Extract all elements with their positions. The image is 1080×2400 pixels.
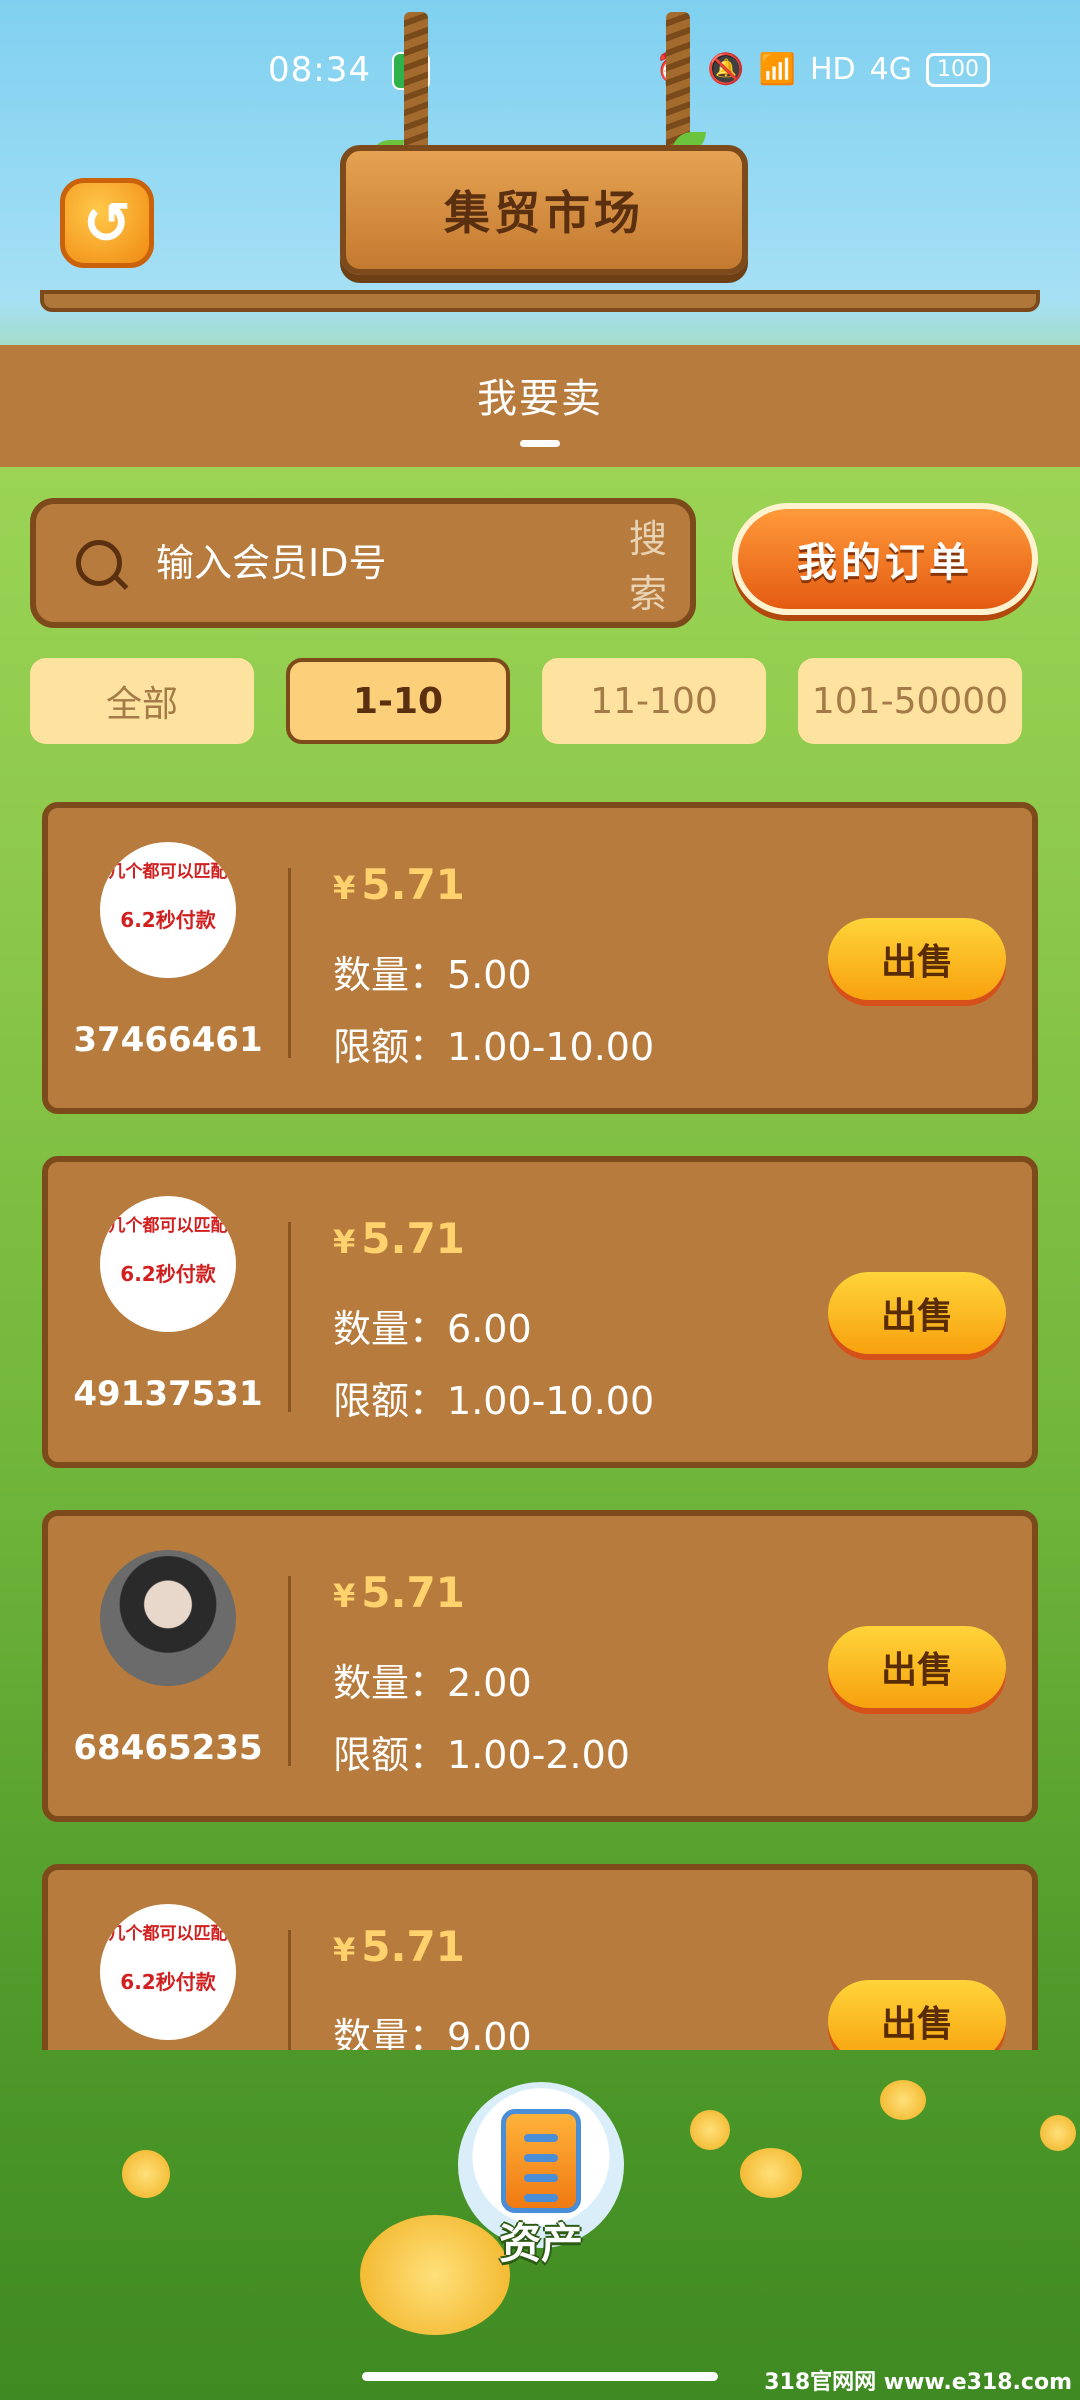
- sell-button[interactable]: 出售: [828, 1980, 1006, 2050]
- range-filters: 全部 1-10 11-100 101-50000: [30, 658, 1050, 744]
- avatar-text: 几个都可以匹配: [108, 1924, 228, 1944]
- status-bar: 08:34 ⏰ 🔕 📶 HD 4G 100: [0, 0, 1080, 140]
- watermark: 318官网网 www.e318.com: [764, 2370, 1072, 2395]
- avatar-text: 6.2秒付款: [120, 908, 216, 932]
- rope-left: [404, 12, 428, 162]
- listing-card: 68465235 ¥5.71 数量：2.00 限额：1.00-2.00 出售: [42, 1510, 1038, 1822]
- avatar-text: 几个都可以匹配: [108, 862, 228, 882]
- status-time: 08:34: [268, 50, 371, 90]
- sell-button[interactable]: 出售: [828, 1626, 1006, 1708]
- flower-decoration: [690, 2110, 730, 2150]
- wood-rail: [40, 290, 1040, 312]
- flower-decoration: [740, 2148, 802, 2198]
- avatar: 几个都可以匹配 6.2秒付款: [100, 1196, 236, 1332]
- price: ¥5.71: [333, 860, 465, 909]
- currency-symbol: ¥: [333, 1577, 356, 1615]
- quantity-label: 数量：: [333, 1307, 448, 1351]
- tab-indicator: [520, 439, 560, 447]
- home-indicator[interactable]: [362, 2372, 718, 2381]
- divider: [288, 868, 291, 1058]
- price-value: 5.71: [361, 1922, 465, 1971]
- quantity-value: 2.00: [447, 1661, 532, 1705]
- filter-all[interactable]: 全部: [30, 658, 254, 744]
- quantity-value: 5.00: [447, 953, 532, 997]
- divider: [288, 1222, 291, 1412]
- filter-11-100[interactable]: 11-100: [542, 658, 766, 744]
- assets-button[interactable]: 资产: [458, 2082, 624, 2268]
- page-title: 集贸市场: [444, 186, 644, 240]
- assets-label: 资产: [498, 2219, 583, 2268]
- battery-icon: 100: [926, 52, 990, 87]
- flower-decoration: [1040, 2115, 1076, 2151]
- search-input[interactable]: [156, 541, 629, 585]
- quantity: 数量：6.00: [333, 1298, 532, 1353]
- limit-value: 1.00-10.00: [447, 1025, 655, 1069]
- divider: [288, 1576, 291, 1766]
- limit: 限额：1.00-10.00: [333, 1016, 654, 1071]
- limit-value: 1.00-10.00: [447, 1379, 655, 1423]
- limit-value: 1.00-2.00: [447, 1733, 630, 1777]
- flower-decoration: [122, 2150, 170, 2198]
- avatar-text: 几个都可以匹配: [108, 1216, 228, 1236]
- quantity-value: 9.00: [447, 2015, 532, 2050]
- search-button[interactable]: 搜索: [629, 508, 667, 618]
- filter-1-10[interactable]: 1-10: [286, 658, 510, 744]
- quantity-label: 数量：: [333, 2015, 448, 2050]
- user-id: 37466461: [73, 1020, 263, 1060]
- quantity-label: 数量：: [333, 1661, 448, 1705]
- currency-symbol: ¥: [333, 869, 356, 907]
- currency-symbol: ¥: [333, 1223, 356, 1261]
- price-value: 5.71: [361, 1568, 465, 1617]
- sell-button[interactable]: 出售: [828, 918, 1006, 1000]
- limit-label: 限额：: [333, 1379, 448, 1423]
- quantity-label: 数量：: [333, 953, 448, 997]
- price: ¥5.71: [333, 1214, 465, 1263]
- avatar-text: 6.2秒付款: [120, 1262, 216, 1286]
- price-value: 5.71: [361, 1214, 465, 1263]
- tab-sell[interactable]: 我要卖: [477, 366, 603, 424]
- search-bar: 搜索: [30, 498, 696, 628]
- tab-banner: 我要卖: [0, 345, 1080, 467]
- user-id: 68465235: [73, 1728, 263, 1768]
- price: ¥5.71: [333, 1568, 465, 1617]
- limit: 限额：1.00-10.00: [333, 1370, 654, 1425]
- refresh-back-icon: ↺: [82, 189, 132, 257]
- flower-decoration: [880, 2080, 926, 2120]
- avatar: 几个都可以匹配 6.2秒付款: [100, 1904, 236, 2040]
- my-orders-button[interactable]: 我的订单: [732, 503, 1038, 615]
- price: ¥5.71: [333, 1922, 465, 1971]
- listing-list[interactable]: 几个都可以匹配 6.2秒付款 37466461 ¥5.71 数量：5.00 限额…: [0, 790, 1080, 2050]
- hd-icon: HD: [809, 52, 856, 87]
- back-button[interactable]: ↺: [60, 178, 154, 268]
- listing-card: 几个都可以匹配 6.2秒付款 37466461 ¥5.71 数量：5.00 限额…: [42, 802, 1038, 1114]
- sell-button[interactable]: 出售: [828, 1272, 1006, 1354]
- currency-symbol: ¥: [333, 1931, 356, 1969]
- limit-label: 限额：: [333, 1733, 448, 1777]
- filter-101-50000[interactable]: 101-50000: [798, 658, 1022, 744]
- status-icons: ⏰ 🔕 📶 HD 4G 100: [656, 52, 990, 87]
- search-icon: [76, 540, 122, 586]
- network-icon: 4G: [869, 52, 912, 87]
- listing-card: 几个都可以匹配 6.2秒付款 ¥5.71 数量：9.00 出售: [42, 1864, 1038, 2050]
- avatar: [100, 1550, 236, 1686]
- avatar: 几个都可以匹配 6.2秒付款: [100, 842, 236, 978]
- title-sign: 集贸市场: [340, 145, 748, 275]
- divider: [288, 1930, 291, 2050]
- wifi-icon: 📶: [758, 52, 796, 87]
- listing-card: 几个都可以匹配 6.2秒付款 49137531 ¥5.71 数量：6.00 限额…: [42, 1156, 1038, 1468]
- limit-label: 限额：: [333, 1025, 448, 1069]
- price-value: 5.71: [361, 860, 465, 909]
- quantity-value: 6.00: [447, 1307, 532, 1351]
- mute-icon: 🔕: [707, 52, 745, 87]
- user-id: 49137531: [73, 1374, 263, 1414]
- clipboard-icon: [501, 2109, 581, 2213]
- avatar-text: 6.2秒付款: [120, 1970, 216, 1994]
- quantity: 数量：5.00: [333, 944, 532, 999]
- quantity: 数量：9.00: [333, 2006, 532, 2050]
- quantity: 数量：2.00: [333, 1652, 532, 1707]
- limit: 限额：1.00-2.00: [333, 1724, 630, 1779]
